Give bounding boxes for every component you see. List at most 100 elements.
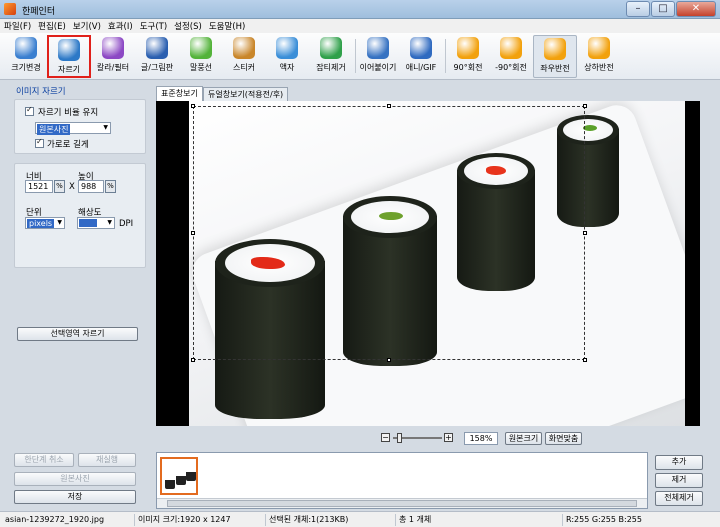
tab-standard-view[interactable]: 표준창보기 — [156, 86, 203, 102]
ratio-select-value: 원본사진 — [37, 124, 71, 135]
tool-frame[interactable]: 액자 — [265, 35, 309, 78]
height-lock-icon[interactable]: % — [105, 180, 116, 193]
resize-icon — [15, 37, 37, 59]
crop-panel: 이미지 자르기 자르기 비율 유지 원본사진 ▼ 가로로 길게 너비 높이 15… — [6, 84, 151, 509]
remove-button[interactable]: 제거 — [655, 473, 703, 488]
zoom-level: 158% — [464, 432, 498, 445]
image-canvas[interactable] — [156, 101, 700, 426]
menu-file[interactable]: 파일(F) — [4, 20, 31, 32]
frame-icon — [276, 37, 298, 59]
chevron-down-icon: ▼ — [103, 124, 108, 131]
status-total: 총 1 개체 — [395, 514, 431, 526]
crop-selection-button[interactable]: 선택영역 자르기 — [17, 327, 138, 341]
crop-icon — [58, 39, 80, 61]
dpi-label: DPI — [119, 219, 134, 229]
text-paint-icon — [146, 37, 168, 59]
toolbar: 크기변경 자르기 칼라/필터 글/그림판 말풍선 스티커 액자 잡티제거 이어붙… — [0, 33, 720, 80]
tool-blemish-remove[interactable]: 잡티제거 — [309, 35, 353, 78]
crop-handle[interactable] — [191, 104, 195, 108]
unit-select[interactable]: pixels ▼ — [25, 217, 65, 229]
crop-handle[interactable] — [387, 358, 391, 362]
menu-bar: 파일(F) 편집(E) 보기(V) 효과(I) 도구(T) 설정(S) 도움말(… — [0, 19, 720, 33]
crop-handle[interactable] — [387, 104, 391, 108]
landscape-label: 가로로 길게 — [47, 140, 89, 150]
tool-color-filter[interactable]: 칼라/필터 — [91, 35, 135, 78]
crop-handle[interactable] — [191, 231, 195, 235]
sticker-icon — [233, 37, 255, 59]
status-bar: asian-1239272_1920.jpg 이미지 크기:1920 x 124… — [0, 511, 720, 527]
keep-ratio-checkbox[interactable] — [25, 105, 34, 116]
crop-handle[interactable] — [583, 104, 587, 108]
landscape-checkbox[interactable] — [35, 137, 44, 148]
ratio-group: 자르기 비율 유지 원본사진 ▼ 가로로 길게 — [14, 99, 146, 154]
sushi-photo — [189, 101, 685, 426]
remove-all-button[interactable]: 전체제거 — [655, 491, 703, 506]
app-icon — [4, 3, 16, 15]
undo-button[interactable]: 한단계 취소 — [14, 453, 74, 467]
title-bar: 한페인터 – □ ✕ — [0, 0, 720, 19]
menu-effects[interactable]: 효과(I) — [108, 20, 133, 32]
fit-screen-button[interactable]: 화면맞춤 — [545, 432, 582, 445]
thumbnail-item[interactable] — [160, 457, 198, 495]
tool-sticker[interactable]: 스티커 — [222, 35, 266, 78]
status-rgb: R:255 G:255 B:255 — [562, 514, 642, 526]
width-input[interactable]: 1521 — [25, 180, 53, 193]
animation-gif-icon — [410, 37, 432, 59]
zoom-slider-thumb[interactable] — [397, 433, 402, 443]
status-selected: 선택된 개체:1(213KB) — [265, 514, 348, 526]
crop-handle[interactable] — [583, 358, 587, 362]
zoom-in-button[interactable]: + — [444, 433, 453, 442]
chevron-down-icon: ▼ — [57, 219, 62, 226]
flip-horizontal-icon — [544, 38, 566, 60]
maximize-button[interactable]: □ — [651, 1, 675, 17]
menu-view[interactable]: 보기(V) — [73, 20, 101, 32]
size-group: 너비 높이 1521 % X 988 % 단위 해상도 pixels ▼ ▼ D… — [14, 163, 146, 268]
tool-rotate-right[interactable]: 90°회전 — [446, 35, 490, 78]
crop-selection-rect[interactable] — [193, 106, 585, 360]
menu-edit[interactable]: 편집(E) — [38, 20, 66, 32]
menu-settings[interactable]: 설정(S) — [174, 20, 202, 32]
scrollbar-thumb[interactable] — [167, 500, 637, 507]
resolution-select-value — [79, 219, 97, 227]
zoom-out-button[interactable]: − — [381, 433, 390, 442]
redo-button[interactable]: 재실행 — [78, 453, 136, 467]
tool-flip-vertical[interactable]: 상하반전 — [577, 35, 621, 78]
tool-rotate-left[interactable]: -90°회전 — [489, 35, 533, 78]
height-input[interactable]: 988 — [78, 180, 104, 193]
tool-flip-horizontal[interactable]: 좌우반전 — [533, 35, 577, 78]
minimize-button[interactable]: – — [626, 1, 650, 17]
blemish-remove-icon — [320, 37, 342, 59]
original-photo-button[interactable]: 원본사진 — [14, 472, 136, 486]
tool-speech-bubble[interactable]: 말풍선 — [179, 35, 223, 78]
unit-select-value: pixels — [27, 219, 55, 228]
horizontal-scrollbar[interactable] — [157, 498, 647, 508]
resolution-select[interactable]: ▼ — [77, 217, 115, 229]
tool-resize[interactable]: 크기변경 — [4, 35, 48, 78]
menu-tools[interactable]: 도구(T) — [140, 20, 167, 32]
status-filename: asian-1239272_1920.jpg — [5, 515, 105, 524]
color-filter-icon — [102, 37, 124, 59]
chevron-down-icon: ▼ — [107, 219, 112, 226]
flip-vertical-icon — [588, 37, 610, 59]
save-button[interactable]: 저장 — [14, 490, 136, 504]
add-button[interactable]: 추가 — [655, 455, 703, 470]
original-size-button[interactable]: 원본크기 — [505, 432, 542, 445]
rotate-left-icon — [500, 37, 522, 59]
window-title: 한페인터 — [22, 7, 56, 17]
status-image-size: 이미지 크기:1920 x 1247 — [134, 514, 231, 526]
merge-icon — [367, 37, 389, 59]
keep-ratio-label: 자르기 비율 유지 — [38, 108, 99, 118]
ratio-select[interactable]: 원본사진 ▼ — [35, 122, 111, 135]
tool-text-paint[interactable]: 글/그림판 — [135, 35, 179, 78]
crop-handle[interactable] — [583, 231, 587, 235]
tab-dual-view[interactable]: 듀얼창보기(적용전/후) — [203, 87, 289, 101]
close-button[interactable]: ✕ — [676, 1, 716, 17]
tool-merge[interactable]: 이어붙이기 — [356, 35, 400, 78]
width-lock-icon[interactable]: % — [54, 180, 65, 193]
crop-handle[interactable] — [191, 358, 195, 362]
tool-crop[interactable]: 자르기 — [47, 35, 91, 78]
rotate-right-icon — [457, 37, 479, 59]
menu-help[interactable]: 도움말(H) — [209, 20, 245, 32]
times-label: X — [69, 182, 75, 192]
tool-animation-gif[interactable]: 애니/GIF — [399, 35, 443, 78]
